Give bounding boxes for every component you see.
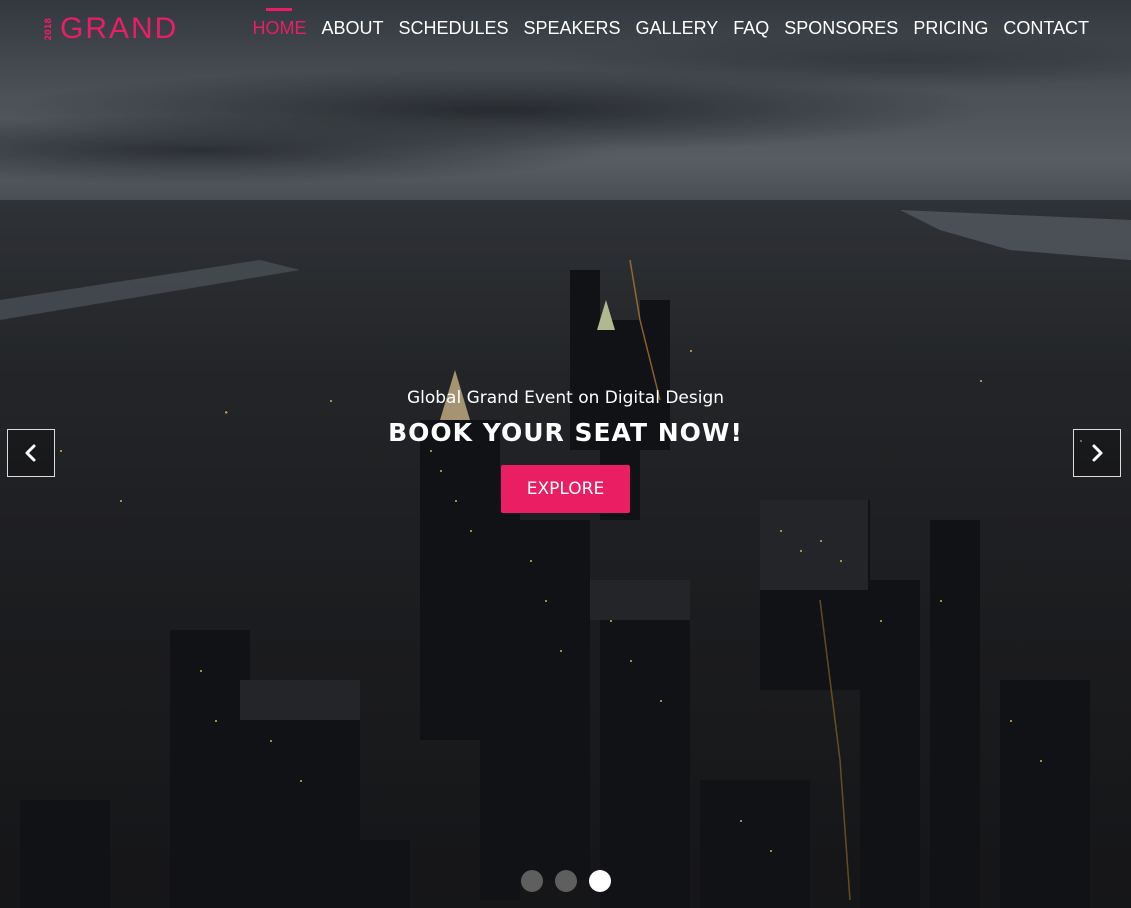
carousel-dot-1[interactable] [520, 870, 543, 892]
nav-item-sponsores[interactable]: SPONSORES [784, 18, 898, 39]
logo-year: 2018 [44, 17, 54, 41]
explore-button[interactable]: EXPLORE [500, 465, 631, 513]
chevron-right-icon [1092, 444, 1103, 462]
hero-slider: 2018 GRAND HOME ABOUT SCHEDULES SPEAKERS… [0, 0, 1131, 908]
logo-name: GRAND [60, 12, 179, 45]
nav-item-pricing[interactable]: PRICING [913, 18, 988, 39]
hero-headline: BOOK YOUR SEAT NOW! [388, 418, 743, 447]
carousel-indicators [0, 870, 1131, 892]
carousel-prev-button[interactable] [7, 429, 55, 477]
nav-item-about[interactable]: ABOUT [321, 18, 383, 39]
main-navigation: HOME ABOUT SCHEDULES SPEAKERS GALLERY FA… [252, 8, 1089, 39]
chevron-left-icon [25, 444, 36, 462]
nav-item-faq[interactable]: FAQ [733, 18, 769, 39]
nav-item-speakers[interactable]: SPEAKERS [524, 18, 621, 39]
nav-item-contact[interactable]: CONTACT [1003, 18, 1089, 39]
site-logo[interactable]: 2018 GRAND [44, 12, 178, 46]
nav-item-schedules[interactable]: SCHEDULES [398, 18, 508, 39]
hero-subtitle: Global Grand Event on Digital Design [406, 388, 725, 408]
carousel-next-button[interactable] [1073, 429, 1121, 477]
nav-item-gallery[interactable]: GALLERY [636, 18, 719, 39]
nav-item-home[interactable]: HOME [252, 8, 306, 39]
carousel-dot-2[interactable] [554, 870, 577, 892]
carousel-dot-3[interactable] [588, 870, 611, 892]
hero-content: Global Grand Event on Digital Design BOO… [0, 388, 1131, 513]
